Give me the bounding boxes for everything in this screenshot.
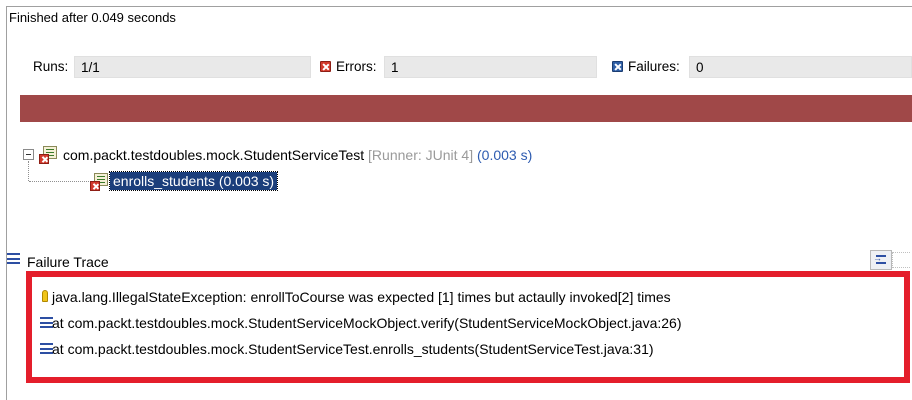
status-title: Finished after 0.049 seconds xyxy=(9,10,176,25)
stack-trace-icon xyxy=(7,253,20,264)
trace-text: at com.packt.testdoubles.mock.StudentSer… xyxy=(52,341,654,357)
counters-row: Runs: 1/1 Errors: 1 Failures: 0 xyxy=(0,56,912,78)
tree-line-icon xyxy=(29,181,91,182)
suite-runner: [Runner: JUnit 4] xyxy=(368,147,474,163)
trace-text: at com.packt.testdoubles.mock.StudentSer… xyxy=(52,315,682,331)
test-suite-error-icon xyxy=(39,146,59,164)
collapse-toggle[interactable] xyxy=(23,149,34,160)
tree-line-icon xyxy=(28,161,29,181)
tree-item-test-case[interactable]: enrolls_students (0.003 s) xyxy=(108,171,279,191)
failure-trace-header: Failure Trace → xyxy=(0,250,912,270)
progress-bar xyxy=(20,95,912,122)
failure-trace-highlight: java.lang.IllegalStateException: enrollT… xyxy=(26,271,910,383)
list-icon xyxy=(876,255,886,264)
runs-label: Runs: xyxy=(33,59,69,74)
error-icon xyxy=(320,61,331,72)
trace-text: java.lang.IllegalStateException: enrollT… xyxy=(52,289,671,305)
exception-icon xyxy=(42,290,48,302)
tree-item-suite[interactable]: com.packt.testdoubles.mock.StudentServic… xyxy=(63,147,532,163)
runs-value: 1/1 xyxy=(74,56,311,78)
filter-stack-trace-button[interactable]: → xyxy=(870,250,892,270)
failure-icon xyxy=(612,61,623,72)
failures-value: 0 xyxy=(689,56,912,78)
failures-label: Failures: xyxy=(628,59,680,74)
errors-value: 1 xyxy=(384,56,597,78)
compare-result-button[interactable] xyxy=(892,252,910,268)
test-case-error-icon xyxy=(90,173,110,191)
suite-name: com.packt.testdoubles.mock.StudentServic… xyxy=(63,147,365,163)
suite-time: (0.003 s) xyxy=(477,147,533,163)
failure-trace-title: Failure Trace xyxy=(27,254,109,270)
errors-label: Errors: xyxy=(336,59,377,74)
